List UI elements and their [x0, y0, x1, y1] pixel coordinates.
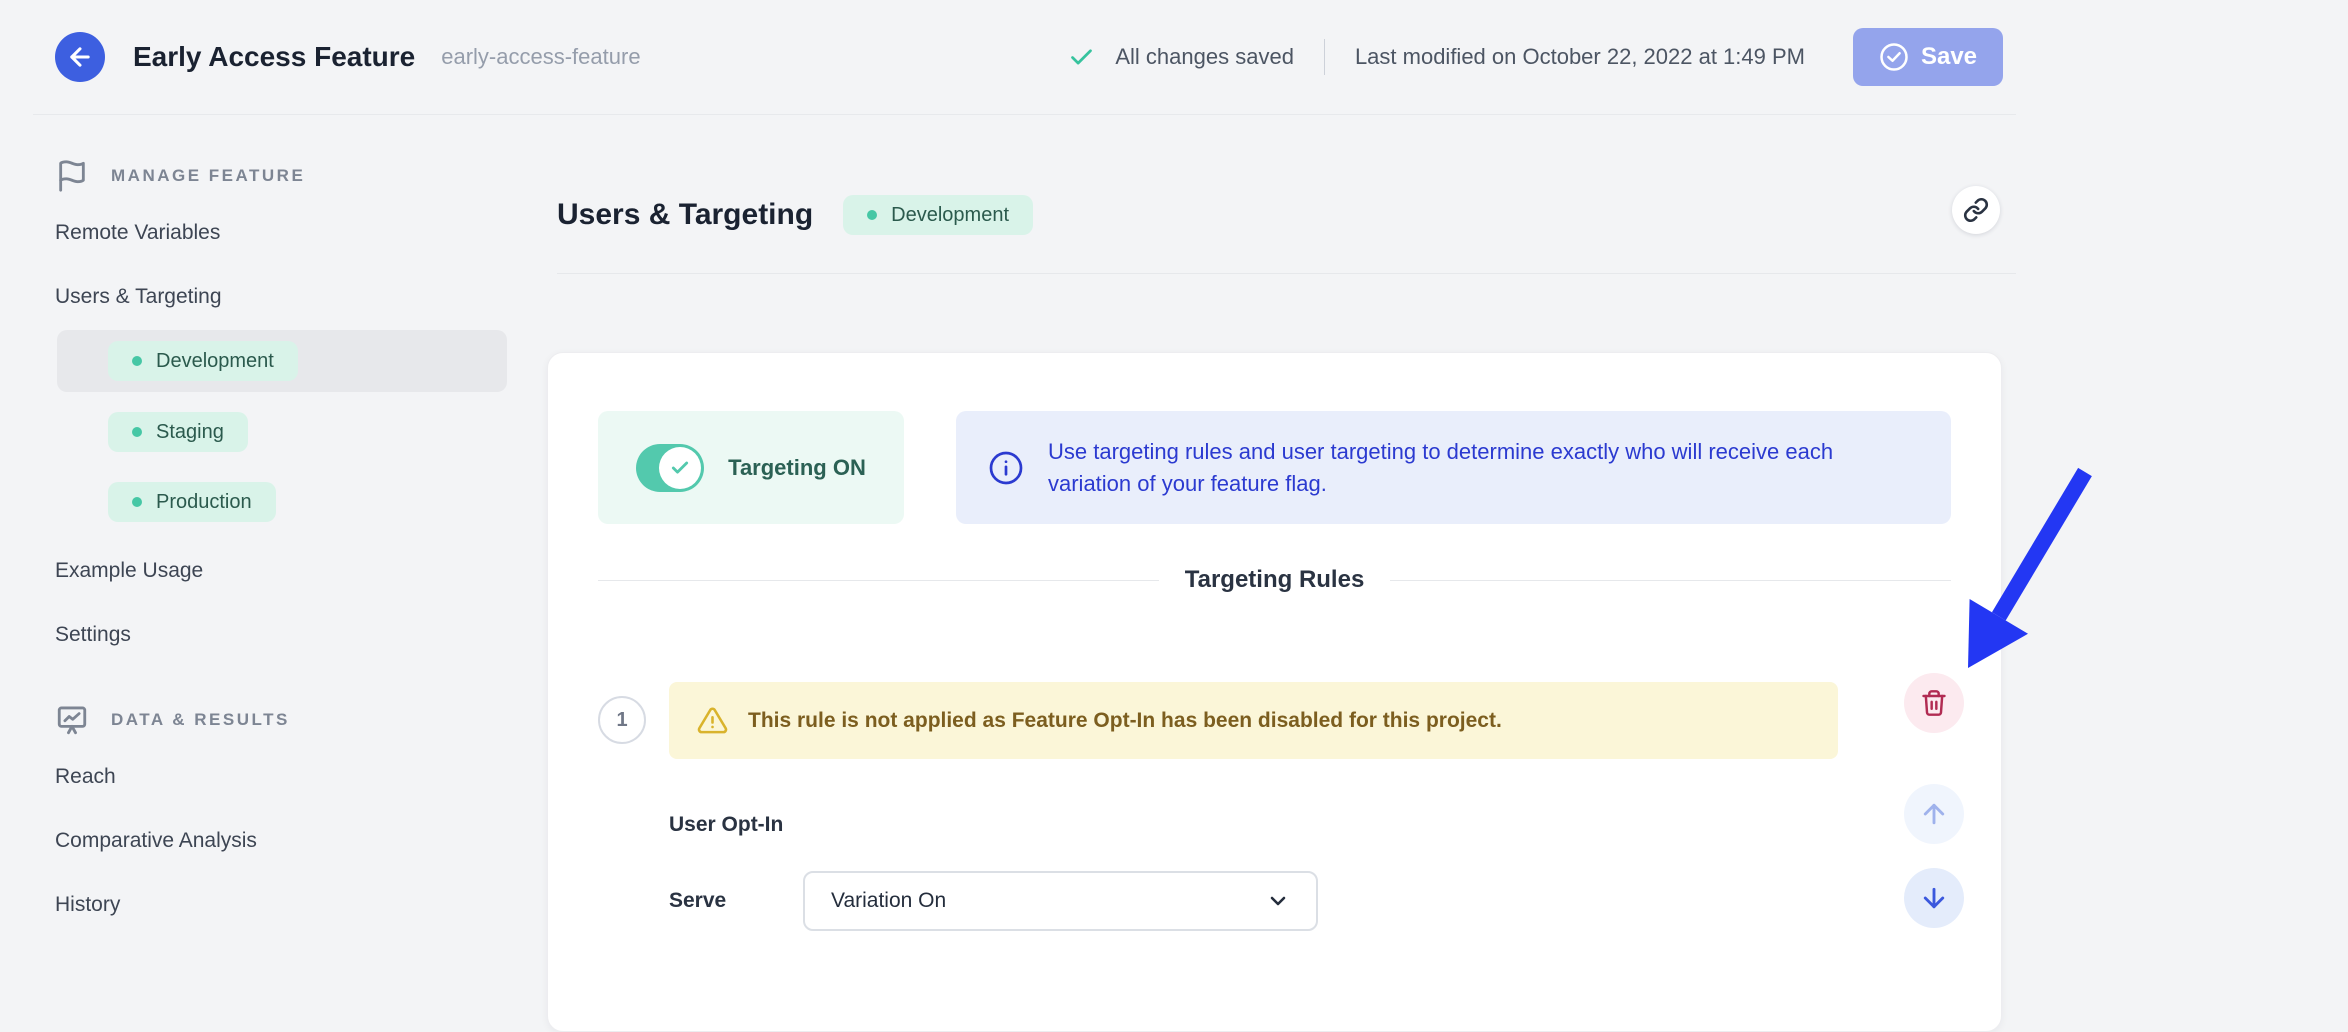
arrow-up-icon [1919, 799, 1949, 829]
sidebar-item-remote-variables[interactable]: Remote Variables [55, 220, 507, 246]
save-button-label: Save [1921, 43, 1977, 71]
heading-divider [557, 273, 2016, 274]
warning-triangle-icon [697, 705, 728, 736]
env-dot-icon [132, 497, 142, 507]
back-button[interactable] [55, 32, 105, 82]
trash-icon [1920, 689, 1948, 717]
save-status: All changes saved [1115, 44, 1294, 70]
environment-badge: Production [108, 482, 276, 522]
delete-rule-button[interactable] [1904, 673, 1964, 733]
sidebar-item-users-targeting[interactable]: Users & Targeting [55, 284, 507, 310]
env-dot-icon [867, 210, 877, 220]
environment-badge-label: Development [156, 350, 274, 373]
rule-warning-banner: This rule is not applied as Feature Opt-… [669, 682, 1838, 759]
sidebar-section-label: MANAGE FEATURE [111, 166, 305, 186]
last-modified: Last modified on October 22, 2022 at 1:4… [1355, 44, 1805, 70]
serve-label: Serve [669, 889, 803, 913]
targeting-card: Targeting ON Use targeting rules and use… [547, 352, 2002, 1032]
sidebar-section-manage-feature: MANAGE FEATURE [55, 158, 507, 194]
check-circle-icon [1879, 42, 1909, 72]
rule-warning-text: This rule is not applied as Feature Opt-… [748, 709, 1502, 733]
env-dot-icon [132, 427, 142, 437]
chart-board-icon [55, 703, 89, 737]
info-icon [988, 450, 1024, 486]
environment-badge: Staging [108, 412, 248, 452]
header-divider [1324, 39, 1325, 75]
flag-icon [55, 159, 89, 193]
link-icon [1963, 197, 1989, 223]
rule-body: This rule is not applied as Feature Opt-… [669, 682, 1838, 931]
sidebar: MANAGE FEATURE Remote Variables Users & … [55, 115, 507, 918]
environment-badge-label: Production [156, 491, 252, 514]
sidebar-env-staging[interactable]: Staging [57, 412, 507, 452]
serve-row: Serve Variation On [669, 871, 1838, 931]
heading-row: Users & Targeting Development [557, 193, 2016, 237]
copy-link-button[interactable] [1952, 186, 2000, 234]
targeting-rule-1: 1 This rule is not applied as Feature Op… [598, 682, 1951, 931]
header-right: All changes saved Last modified on Octob… [1068, 28, 2016, 86]
sidebar-env-development[interactable]: Development [57, 330, 507, 392]
targeting-toggle-box: Targeting ON [598, 411, 904, 524]
sidebar-item-comparative-analysis[interactable]: Comparative Analysis [55, 828, 507, 854]
env-dot-icon [132, 356, 142, 366]
chevron-down-icon [1266, 889, 1290, 913]
sidebar-item-history[interactable]: History [55, 892, 507, 918]
targeting-status-row: Targeting ON Use targeting rules and use… [598, 411, 1951, 524]
move-rule-down-button[interactable] [1904, 868, 1964, 928]
sidebar-item-reach[interactable]: Reach [55, 764, 507, 790]
arrow-left-icon [66, 43, 94, 71]
rule-number-badge: 1 [598, 696, 646, 744]
section-heading: Users & Targeting [557, 198, 813, 232]
page-title: Early Access Feature [133, 41, 415, 73]
environment-badge: Development [108, 341, 298, 381]
toggle-check-icon [659, 447, 701, 489]
main-content: Users & Targeting Development [557, 115, 2016, 274]
targeting-toggle[interactable] [636, 444, 704, 492]
targeting-toggle-label: Targeting ON [728, 455, 866, 481]
save-button[interactable]: Save [1853, 28, 2003, 86]
sidebar-section-label: DATA & RESULTS [111, 710, 290, 730]
check-icon [1068, 44, 1095, 71]
environment-badge-label: Development [891, 204, 1009, 227]
rule-name: User Opt-In [669, 813, 1838, 837]
serve-variation-select[interactable]: Variation On [803, 871, 1318, 931]
sidebar-section-data-results: DATA & RESULTS [55, 702, 507, 738]
targeting-info-text: Use targeting rules and user targeting t… [1048, 436, 1919, 500]
environment-badge: Development [843, 195, 1033, 235]
sidebar-env-production[interactable]: Production [57, 482, 507, 522]
targeting-info-banner: Use targeting rules and user targeting t… [956, 411, 1951, 524]
serve-variation-value: Variation On [831, 889, 946, 913]
header: Early Access Feature early-access-featur… [33, 0, 2016, 115]
environment-badge-label: Staging [156, 421, 224, 444]
targeting-rules-divider: Targeting Rules [598, 566, 1951, 594]
sidebar-item-example-usage[interactable]: Example Usage [55, 558, 507, 584]
sidebar-item-settings[interactable]: Settings [55, 622, 507, 648]
move-rule-up-button[interactable] [1904, 784, 1964, 844]
divider-line [1390, 580, 1951, 581]
feature-key: early-access-feature [441, 44, 640, 70]
arrow-down-icon [1919, 883, 1949, 913]
divider-line [598, 580, 1159, 581]
targeting-rules-title: Targeting Rules [1185, 566, 1365, 594]
